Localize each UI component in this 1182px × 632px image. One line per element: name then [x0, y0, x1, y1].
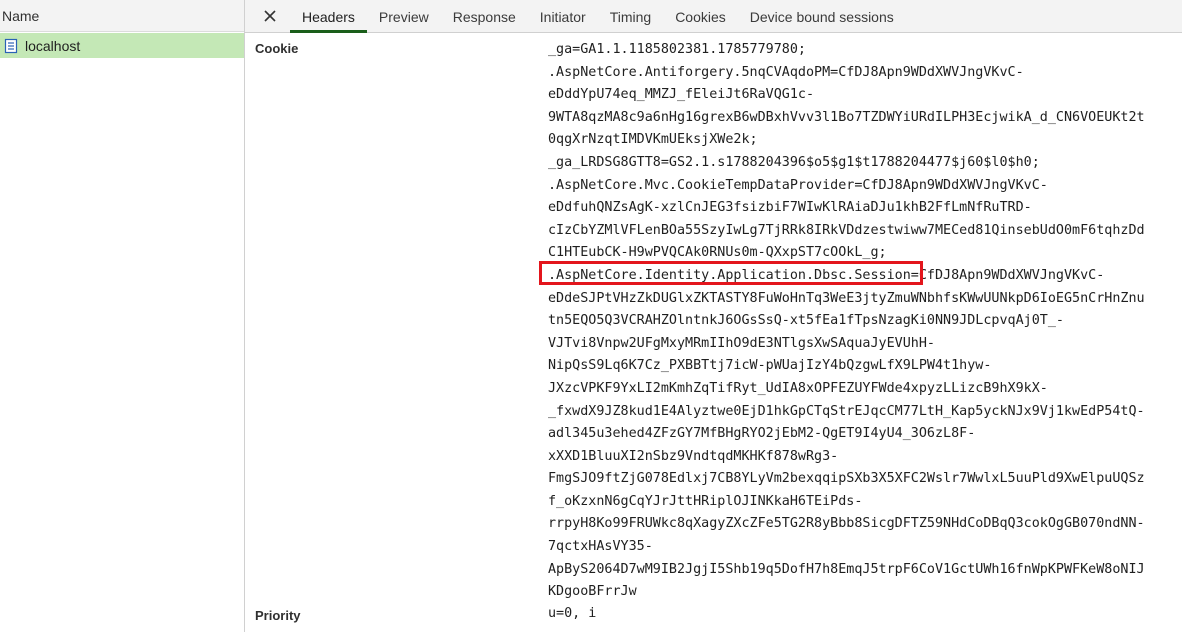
cookie-value-line: eDdeSJPtVHzZkDUGlxZKTASTY8FuWoHnTq3WeE3j… — [548, 290, 1145, 306]
cookie-value-line: JXzcVPKF9YxLI2mKmhZqTifRyt_UdIA8xOPFEZUY… — [548, 380, 1048, 396]
cookie-value-line: NipQsS9Lq6K7Cz_PXBBTtj7icW-pWUajIzY4bQzg… — [548, 358, 992, 374]
cookie-header-name: Cookie — [255, 41, 299, 56]
cookie-value-line: .AspNetCore.Antiforgery.5nqCVAqdoPM=CfDJ… — [548, 64, 1024, 80]
close-icon[interactable] — [259, 5, 281, 27]
cookie-value-line: 9WTA8qzMA8c9a6nHg16grexB6wDBxhVvv3l1Bo7T… — [548, 109, 1145, 125]
details-tab-bar: Headers Preview Response Initiator Timin… — [245, 0, 1182, 33]
cookie-value-line: 0qgXrNzqtIMDVKmUEksjXWe2k; — [548, 132, 758, 148]
cookie-value-line: rrpyH8Ko99FRUWkc8qXagyZXcZFe5TG2R8yBbb8S… — [548, 516, 1145, 532]
cookie-value-line: xXXD1BluuXI2nSbz9VndtqdMKHKf878wRg3- — [548, 448, 839, 464]
tab-headers[interactable]: Headers — [290, 0, 367, 33]
cookie-value-line: f_oKzxnN6gCqYJrJttHRiplOJINKkaH6TEiPds- — [548, 493, 863, 509]
name-column-header[interactable]: Name — [0, 0, 244, 32]
cookie-value-line: KDgooBFrrJw — [548, 584, 637, 600]
tab-response[interactable]: Response — [441, 0, 528, 33]
cookie-value-line: FmgSJO9ftZjG078Edlxj7CB8YLyVm2bexqqipSXb… — [548, 471, 1145, 487]
cookie-value-line: ApByS2064D7wM9IB2JgjI5Shb19q5DofH7h8EmqJ… — [548, 561, 1145, 577]
tab-initiator[interactable]: Initiator — [528, 0, 598, 33]
cookie-value-line: _ga_LRDSG8GTT8=GS2.1.s1788204396$o5$g1$t… — [548, 154, 1040, 170]
cookie-value-line: cIzCbYZMlVFLenBOa55SzyIwLg7TjRRk8IRkVDdz… — [548, 222, 1145, 238]
cookie-value-line: adl345u3ehed4ZFzGY7MfBHgRYO2jEbM2-QgET9I… — [548, 426, 976, 442]
cookie-value-line: .AspNetCore.Identity.Application.Dbsc.Se… — [548, 267, 1105, 283]
priority-header-name: Priority — [255, 608, 301, 623]
cookie-value-line: C1HTEubCK-H9wPVQCAk0RNUs0m-QXxpST7cOOkL_… — [548, 245, 887, 261]
cookie-value-line: eDddYpU74eq_MMZJ_fEleiJt6RaVQG1c- — [548, 87, 815, 103]
priority-header-value[interactable]: u=0, i — [548, 606, 596, 621]
cookie-value-line: tn5EQO5Q3VCRAHZOlntnkJ6OGsSsQ-xt5fEa1fTp… — [548, 313, 1064, 329]
cookie-header-value[interactable]: _ga=GA1.1.1185802381.1785779780; .AspNetC… — [548, 39, 1168, 604]
request-details-panel: Headers Preview Response Initiator Timin… — [245, 0, 1182, 632]
cookie-value-line: _fxwdX9JZ8kud1E4Alyztwe0EjD1hkGpCTqStrEJ… — [548, 403, 1145, 419]
tab-cookies[interactable]: Cookies — [663, 0, 738, 33]
cookie-value-line: _ga=GA1.1.1185802381.1785779780; — [548, 42, 806, 57]
tab-timing[interactable]: Timing — [598, 0, 664, 33]
document-icon — [3, 38, 19, 54]
tab-device-bound-sessions[interactable]: Device bound sessions — [738, 0, 906, 33]
cookie-value-line: .AspNetCore.Mvc.CookieTempDataProvider=C… — [548, 177, 1048, 193]
request-name: localhost — [25, 37, 81, 54]
request-list-panel: Name localhost — [0, 0, 245, 632]
request-row-localhost[interactable]: localhost — [0, 33, 244, 58]
cookie-value-line: VJTvi8Vnpw2UFgMxyMRmIIhO9dE3NTlgsXwSAqua… — [548, 335, 935, 351]
tab-preview[interactable]: Preview — [367, 0, 441, 33]
cookie-value-line: eDdfuhQNZsAgK-xzlCnJEG3fsizbiF7WIwKlRAia… — [548, 200, 1032, 216]
cookie-value-line: 7qctxHAsVY35- — [548, 539, 653, 555]
